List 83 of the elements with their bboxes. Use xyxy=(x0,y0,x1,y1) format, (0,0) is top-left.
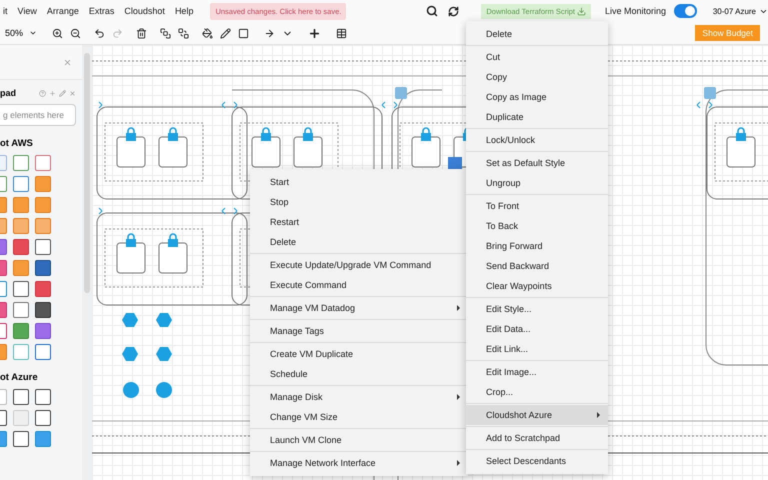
menu-item[interactable]: Delete xyxy=(466,24,608,44)
shape-icon[interactable] xyxy=(13,281,29,297)
menu-item[interactable]: Copy xyxy=(466,67,608,87)
close-icon[interactable] xyxy=(63,58,72,66)
table-icon[interactable] xyxy=(336,28,348,38)
menu-item[interactable]: Extras xyxy=(84,6,120,16)
menu-item[interactable]: Launch VM Clone xyxy=(250,430,468,450)
refresh-icon[interactable] xyxy=(448,6,460,16)
menu-item[interactable]: To Front xyxy=(466,196,608,216)
menu-item[interactable]: Lock/Unlock xyxy=(466,130,608,150)
menu-item[interactable]: Cloudshot xyxy=(119,6,170,16)
section-title: ot Azure xyxy=(0,372,39,383)
menu-item[interactable]: Restart xyxy=(250,212,468,232)
submenu-arrow-icon xyxy=(457,305,460,311)
menu-item[interactable]: Bring Forward xyxy=(466,236,608,256)
menu-item[interactable]: View xyxy=(12,6,42,16)
add-icon[interactable] xyxy=(49,90,56,96)
shape-icon[interactable] xyxy=(13,302,29,318)
live-monitoring-toggle[interactable] xyxy=(674,4,697,18)
shape-icon[interactable] xyxy=(35,410,51,426)
menu-item[interactable]: Clear Waypoints xyxy=(466,276,608,296)
menu-item[interactable]: Send Backward xyxy=(466,256,608,276)
menu-item[interactable]: Copy as Image xyxy=(466,87,608,107)
menu-item[interactable]: Edit Data... xyxy=(466,319,608,339)
menu-item[interactable]: Schedule xyxy=(250,364,468,384)
search-icon[interactable] xyxy=(426,5,438,17)
menu-item[interactable]: Edit Link... xyxy=(466,339,608,359)
zoom-out-icon[interactable] xyxy=(70,28,82,38)
shape-icon[interactable] xyxy=(35,344,51,360)
menu-item[interactable]: Start xyxy=(250,172,468,192)
menu-item[interactable]: Stop xyxy=(250,192,468,212)
menu-item[interactable]: Edit Image... xyxy=(466,362,608,382)
help-icon[interactable] xyxy=(39,90,46,96)
shape-icon[interactable] xyxy=(35,389,51,405)
menu-item[interactable]: Manage Network Interface xyxy=(250,453,468,473)
shape-icon[interactable] xyxy=(35,239,51,255)
menu-item[interactable]: Select Descendants xyxy=(466,451,608,471)
insert-icon[interactable] xyxy=(308,26,322,40)
connection-icon[interactable] xyxy=(264,28,276,38)
menu-item[interactable]: Help xyxy=(170,6,198,16)
menu-item[interactable]: Manage Disk xyxy=(250,387,468,407)
live-monitoring-label: Live Monitoring xyxy=(605,6,666,16)
menu-item[interactable]: Delete xyxy=(250,232,468,252)
menu-item[interactable]: Manage Tags xyxy=(250,321,468,341)
menu-item[interactable]: Ungroup xyxy=(466,173,608,193)
menu-item[interactable]: Cloudshot Azure xyxy=(466,405,608,425)
workspace-dropdown[interactable]: 30-07 Azure xyxy=(712,6,768,16)
to-front-icon[interactable] xyxy=(160,28,172,38)
zoom-in-icon[interactable] xyxy=(52,28,64,38)
scratchpad-title: pad xyxy=(0,88,16,98)
menu-item[interactable]: Execute Update/Upgrade VM Command xyxy=(250,255,468,275)
download-icon xyxy=(577,6,586,16)
to-back-icon[interactable] xyxy=(178,28,190,38)
line-color-icon[interactable] xyxy=(220,28,232,38)
close-icon[interactable] xyxy=(69,90,76,96)
shape-icon[interactable] xyxy=(13,431,29,447)
menu-item[interactable]: Crop... xyxy=(466,382,608,402)
menu-item[interactable]: Manage VM Datadog xyxy=(250,298,468,318)
menu-item[interactable]: Cut xyxy=(466,47,608,67)
section-title: ot AWS xyxy=(0,138,34,149)
menu-item[interactable]: Edit Style... xyxy=(466,299,608,319)
undo-icon[interactable] xyxy=(94,28,106,38)
submenu-arrow-icon xyxy=(457,394,460,400)
menu-item[interactable]: Create VM Duplicate xyxy=(250,344,468,364)
fill-color-icon[interactable] xyxy=(202,28,214,38)
zoom-dropdown[interactable]: 50% xyxy=(5,28,38,38)
submenu-arrow-icon xyxy=(457,460,460,466)
menu-item[interactable]: Arrange xyxy=(42,6,84,16)
submenu-arrow-icon xyxy=(597,412,600,418)
edit-icon[interactable] xyxy=(59,90,66,96)
menu-item[interactable]: Execute Command xyxy=(250,275,468,295)
delete-icon[interactable] xyxy=(136,28,148,38)
menu-item[interactable]: Duplicate xyxy=(466,107,608,127)
menu-item[interactable]: Add to Scratchpad xyxy=(466,428,608,448)
search-field[interactable]: g elements here xyxy=(0,104,76,126)
caret-icon xyxy=(29,29,38,37)
menu-item[interactable]: To Back xyxy=(466,216,608,236)
menu-item[interactable]: Change VM Size xyxy=(250,407,468,427)
menu-item[interactable]: Set as Default Style xyxy=(466,153,608,173)
scrollbar-thumb[interactable] xyxy=(84,53,90,293)
shape-icon[interactable] xyxy=(13,389,29,405)
redo-icon[interactable] xyxy=(112,28,124,38)
menu-item[interactable]: it xyxy=(0,6,12,16)
